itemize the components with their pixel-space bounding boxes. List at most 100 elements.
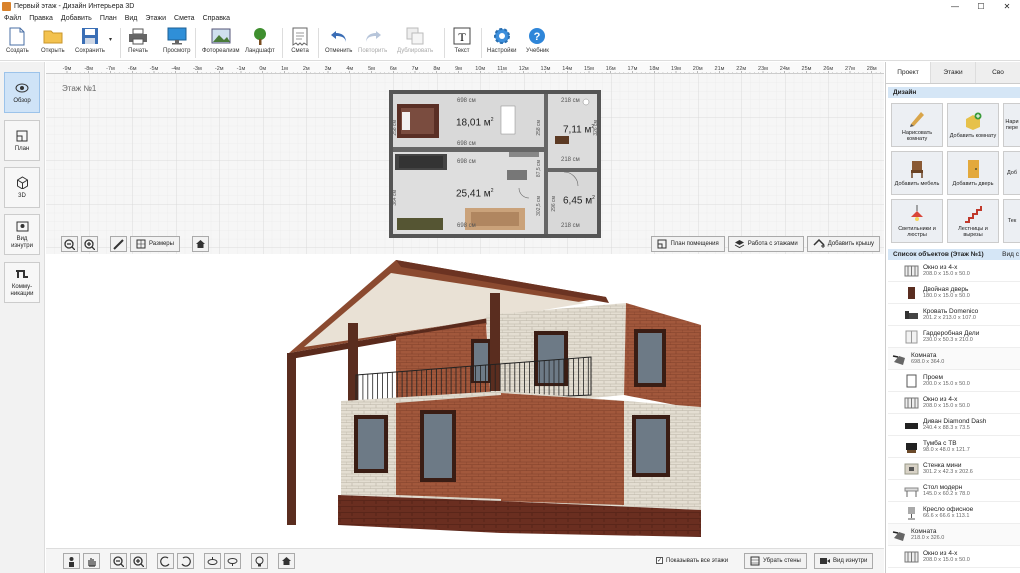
photoreal-button[interactable]: Фотореализм bbox=[202, 26, 240, 54]
tilt-down-icon bbox=[227, 557, 238, 566]
lights-button[interactable]: Светильники и люстры bbox=[891, 199, 943, 243]
sizes-button[interactable]: Размеры bbox=[130, 236, 180, 252]
object-name: Окно из 4-х bbox=[923, 395, 958, 403]
menu-estimate[interactable]: Смета bbox=[170, 15, 199, 22]
text-button[interactable]: T Текст bbox=[452, 26, 472, 54]
floor-plan-view[interactable]: -9м -8м -7м -6м -5м -4м -3м -2м -1м 0м 1м 2м 3м 4м 5м 6… bbox=[46, 62, 884, 254]
add-window-button[interactable]: Доб bbox=[1003, 151, 1020, 195]
show-all-floors[interactable]: ✓ Показывать все этажи bbox=[656, 557, 728, 564]
object-row[interactable]: Диван Diamond Dash 240.4 x 88.3 x 73.5 bbox=[888, 414, 1020, 436]
undo-icon bbox=[329, 26, 349, 46]
plan-view-button[interactable]: План bbox=[4, 120, 40, 161]
rotate-left-icon bbox=[160, 555, 170, 567]
home-button[interactable] bbox=[191, 236, 209, 252]
room-plan-button[interactable]: План помещения bbox=[651, 236, 725, 252]
home-3d-button[interactable] bbox=[278, 553, 295, 569]
stairs-button[interactable]: Лестницы и вырезы bbox=[947, 199, 999, 243]
menu-add[interactable]: Добавить bbox=[57, 15, 96, 22]
add-text-button[interactable]: Тек bbox=[1003, 199, 1020, 243]
object-row[interactable]: Окно из 4-х 208.0 x 15.0 x 50.0 bbox=[888, 260, 1020, 282]
menu-file[interactable]: Файл bbox=[0, 15, 25, 22]
light-button[interactable] bbox=[251, 553, 268, 569]
redo-button[interactable]: Повторить bbox=[358, 26, 387, 54]
floors-work-button[interactable]: Работа с этажами bbox=[727, 236, 804, 252]
object-row[interactable]: Кресло офисное 66.6 x 66.6 x 113.1 bbox=[888, 502, 1020, 524]
object-row[interactable]: Проем 200.0 x 15.0 x 50.0 bbox=[888, 370, 1020, 392]
overview-button[interactable]: Обзор bbox=[4, 72, 40, 113]
add-roof-button[interactable]: Добавить крышу bbox=[806, 236, 880, 252]
duplicate-button[interactable]: Дублировать bbox=[397, 26, 433, 54]
help-icon: ? bbox=[527, 26, 547, 46]
landscape-button[interactable]: Ландшафт bbox=[245, 26, 275, 54]
draw-room-button[interactable]: Нарисовать комнату bbox=[891, 103, 943, 147]
tab-floors[interactable]: Этажи bbox=[931, 62, 976, 83]
preview-button[interactable]: Просмотр bbox=[163, 26, 190, 54]
tutorial-button[interactable]: ? Учебник bbox=[526, 26, 549, 54]
add-room-button[interactable]: Добавить комнату bbox=[947, 103, 999, 147]
pan-button[interactable] bbox=[83, 553, 100, 569]
zoom-in-3d-button[interactable] bbox=[130, 553, 147, 569]
print-button[interactable]: Печать bbox=[128, 26, 148, 54]
rotate-right-button[interactable] bbox=[177, 553, 194, 569]
show-all-floors-checkbox[interactable]: ✓ bbox=[656, 557, 663, 564]
object-row[interactable]: Гардеробная Дели 230.0 x 50.3 x 210.0 bbox=[888, 326, 1020, 348]
communications-button[interactable]: Комму-никации bbox=[4, 262, 40, 303]
app-icon bbox=[2, 2, 11, 11]
floor-plan-drawing[interactable] bbox=[389, 90, 601, 238]
object-name: Двойная дверь bbox=[923, 285, 969, 293]
object-row[interactable]: Окно из 4-х 208.0 x 15.0 x 50.0 bbox=[888, 392, 1020, 414]
menu-plan[interactable]: План bbox=[96, 15, 121, 22]
save-dropdown-icon[interactable]: ▾ bbox=[109, 36, 112, 43]
menu-floors[interactable]: Этажи bbox=[141, 15, 170, 22]
walk-button[interactable] bbox=[63, 553, 80, 569]
tilt-up-button[interactable] bbox=[204, 553, 221, 569]
printer-icon bbox=[128, 26, 148, 46]
inside-view-button[interactable]: Вид изнутри bbox=[4, 214, 40, 255]
object-list[interactable]: Окно из 4-х 208.0 x 15.0 x 50.0 Двойная дв… bbox=[888, 260, 1020, 573]
objects-header: Список объектов (Этаж №1) Вид с bbox=[888, 249, 1020, 260]
measure-button[interactable] bbox=[110, 236, 127, 252]
object-name: Диван Diamond Dash bbox=[923, 417, 987, 425]
add-door-button[interactable]: Добавить дверь bbox=[947, 151, 999, 195]
view-mode-dropdown[interactable]: Вид с bbox=[1002, 251, 1019, 258]
zoom-in-button[interactable] bbox=[81, 236, 98, 252]
estimate-button[interactable]: Смета bbox=[290, 26, 310, 54]
maximize-button[interactable]: ☐ bbox=[968, 0, 994, 13]
draw-partition-button[interactable]: Нари пере bbox=[1003, 103, 1020, 147]
add-furniture-button[interactable]: Добавить мебель bbox=[891, 151, 943, 195]
open-button[interactable]: Открыть bbox=[41, 26, 65, 54]
save-button[interactable]: Сохранить bbox=[75, 26, 105, 54]
minimize-button[interactable]: — bbox=[942, 0, 968, 13]
object-row[interactable]: Кровать Domenico 201.2 x 213.0 x 107.0 bbox=[888, 304, 1020, 326]
object-group-row[interactable]: Комната 218.0 x 326.0 bbox=[888, 524, 1020, 546]
object-row[interactable]: Стол модерн 145.0 x 60.2 x 78.0 bbox=[888, 480, 1020, 502]
zoom-out-button[interactable] bbox=[61, 236, 78, 252]
tilt-down-button[interactable] bbox=[224, 553, 241, 569]
object-size: 208.0 x 15.0 x 50.0 bbox=[923, 402, 970, 409]
close-button[interactable]: ✕ bbox=[994, 0, 1020, 13]
create-button[interactable]: Создать bbox=[6, 26, 29, 54]
object-row[interactable]: Двойная дверь 180.0 x 15.0 x 50.0 bbox=[888, 282, 1020, 304]
undo-button[interactable]: Отменить bbox=[325, 26, 352, 54]
inside-view-3d-button[interactable]: Вид изнутри bbox=[814, 553, 874, 569]
zoom-out-3d-button[interactable] bbox=[110, 553, 127, 569]
3d-view-button[interactable]: 3D bbox=[4, 167, 40, 208]
object-group-row[interactable]: Комната 698.0 x 364.0 bbox=[888, 348, 1020, 370]
object-row[interactable]: Стенка мини 301.2 x 42.3 x 202.6 bbox=[888, 458, 1020, 480]
tab-project[interactable]: Проект bbox=[886, 62, 931, 83]
object-name: Кресло офисное bbox=[923, 505, 974, 513]
tab-properties[interactable]: Сво bbox=[976, 62, 1020, 83]
receipt-icon bbox=[290, 26, 310, 46]
object-icon bbox=[904, 397, 919, 408]
remove-walls-button[interactable]: Убрать стены bbox=[744, 553, 807, 569]
object-row[interactable]: Тумба с ТВ 98.0 x 48.0 x 121.7 bbox=[888, 436, 1020, 458]
menu-view[interactable]: Вид bbox=[121, 15, 142, 22]
settings-button[interactable]: Настройки bbox=[487, 26, 516, 54]
window-title: Первый этаж - Дизайн Интерьера 3D bbox=[14, 3, 135, 10]
rotate-left-button[interactable] bbox=[157, 553, 174, 569]
menu-help[interactable]: Справка bbox=[199, 15, 234, 22]
3d-view[interactable] bbox=[46, 255, 884, 548]
tree-icon bbox=[250, 26, 270, 46]
menu-edit[interactable]: Правка bbox=[25, 15, 57, 22]
object-row[interactable]: Окно из 4-х 208.0 x 15.0 x 50.0 bbox=[888, 546, 1020, 568]
